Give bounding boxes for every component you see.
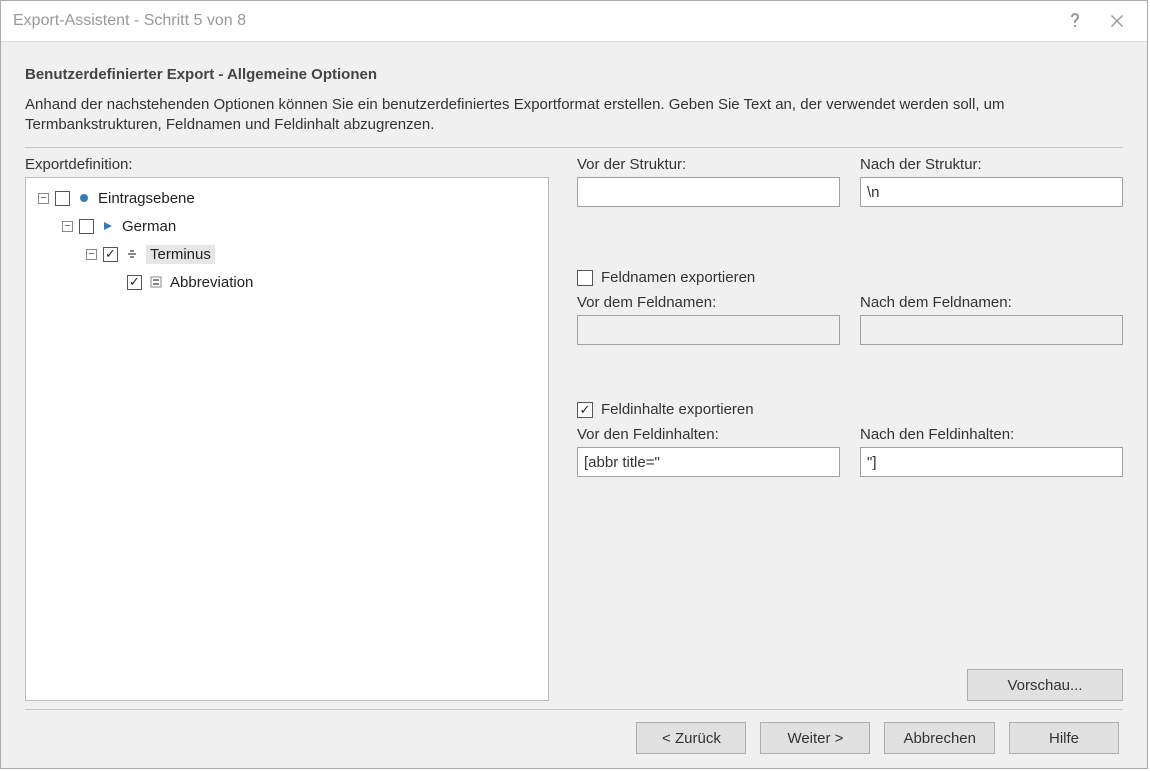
- tree-checkbox[interactable]: ✓: [103, 247, 118, 262]
- export-definition-tree[interactable]: − Eintragsebene − German: [25, 177, 549, 701]
- tree-item-label: Terminus: [146, 245, 215, 264]
- footer: < Zurück Weiter > Abbrechen Hilfe: [25, 701, 1123, 754]
- tree-item-label: German: [122, 218, 176, 235]
- tree-item-field[interactable]: − ✓ Abbreviation: [30, 268, 544, 296]
- fieldname-row: Vor dem Feldnamen: Nach dem Feldnamen:: [577, 294, 1123, 345]
- preview-button[interactable]: Vorschau...: [967, 669, 1123, 701]
- window-title: Export-Assistent - Schritt 5 von 8: [13, 12, 1057, 30]
- after-fieldcontents-input[interactable]: [860, 447, 1123, 477]
- divider: [25, 147, 1123, 148]
- after-fieldname-input: [860, 315, 1123, 345]
- before-fieldname-label: Vor dem Feldnamen:: [577, 294, 840, 311]
- export-fieldnames-checkbox-row[interactable]: Feldnamen exportieren: [577, 269, 1123, 286]
- tree-expander-icon[interactable]: −: [62, 221, 73, 232]
- fieldcontents-row: Vor den Feldinhalten: Nach den Feldinhal…: [577, 426, 1123, 477]
- tree-item-language[interactable]: − German: [30, 212, 544, 240]
- after-structure-label: Nach der Struktur:: [860, 156, 1123, 173]
- entry-level-icon: [76, 190, 92, 206]
- close-icon[interactable]: [1097, 1, 1137, 41]
- export-fieldcontents-checkbox-row[interactable]: ✓ Feldinhalte exportieren: [577, 401, 1123, 418]
- export-fieldcontents-checkbox[interactable]: ✓: [577, 402, 593, 418]
- before-fieldcontents-input[interactable]: [577, 447, 840, 477]
- after-fieldcontents-label: Nach den Feldinhalten:: [860, 426, 1123, 443]
- help-button[interactable]: Hilfe: [1009, 722, 1119, 754]
- tree-checkbox[interactable]: [79, 219, 94, 234]
- export-fieldnames-checkbox[interactable]: [577, 270, 593, 286]
- export-definition-label: Exportdefinition:: [25, 156, 549, 173]
- options-panel: Vor der Struktur: Nach der Struktur: Fel…: [577, 156, 1123, 701]
- before-structure-input[interactable]: [577, 177, 840, 207]
- next-button[interactable]: Weiter >: [760, 722, 870, 754]
- footer-divider: [25, 709, 1123, 710]
- term-icon: [124, 246, 140, 262]
- field-icon: [148, 274, 164, 290]
- structure-row: Vor der Struktur: Nach der Struktur:: [577, 156, 1123, 207]
- dialog-body: Benutzerdefinierter Export - Allgemeine …: [1, 42, 1147, 768]
- section-title: Benutzerdefinierter Export - Allgemeine …: [25, 66, 1123, 83]
- wizard-dialog: Export-Assistent - Schritt 5 von 8 Benut…: [0, 0, 1148, 769]
- section-description: Anhand der nachstehenden Optionen können…: [25, 95, 1123, 137]
- language-icon: [100, 218, 116, 234]
- tree-checkbox[interactable]: [55, 191, 70, 206]
- tree-expander-icon[interactable]: −: [86, 249, 97, 260]
- tree-item-label: Eintragsebene: [98, 190, 195, 207]
- tree-item-entry-level[interactable]: − Eintragsebene: [30, 184, 544, 212]
- before-fieldname-input: [577, 315, 840, 345]
- tree-item-term[interactable]: − ✓ Terminus: [30, 240, 544, 268]
- after-structure-input[interactable]: [860, 177, 1123, 207]
- tree-checkbox[interactable]: ✓: [127, 275, 142, 290]
- export-fieldcontents-label: Feldinhalte exportieren: [601, 401, 754, 418]
- tree-expander-icon[interactable]: −: [38, 193, 49, 204]
- before-structure-label: Vor der Struktur:: [577, 156, 840, 173]
- cancel-button[interactable]: Abbrechen: [884, 722, 995, 754]
- export-fieldnames-label: Feldnamen exportieren: [601, 269, 755, 286]
- back-button[interactable]: < Zurück: [636, 722, 746, 754]
- help-icon[interactable]: [1057, 1, 1097, 41]
- export-definition-panel: Exportdefinition: − Eintragsebene −: [25, 156, 549, 701]
- titlebar: Export-Assistent - Schritt 5 von 8: [1, 1, 1147, 42]
- after-fieldname-label: Nach dem Feldnamen:: [860, 294, 1123, 311]
- tree-item-label: Abbreviation: [170, 274, 253, 291]
- before-fieldcontents-label: Vor den Feldinhalten:: [577, 426, 840, 443]
